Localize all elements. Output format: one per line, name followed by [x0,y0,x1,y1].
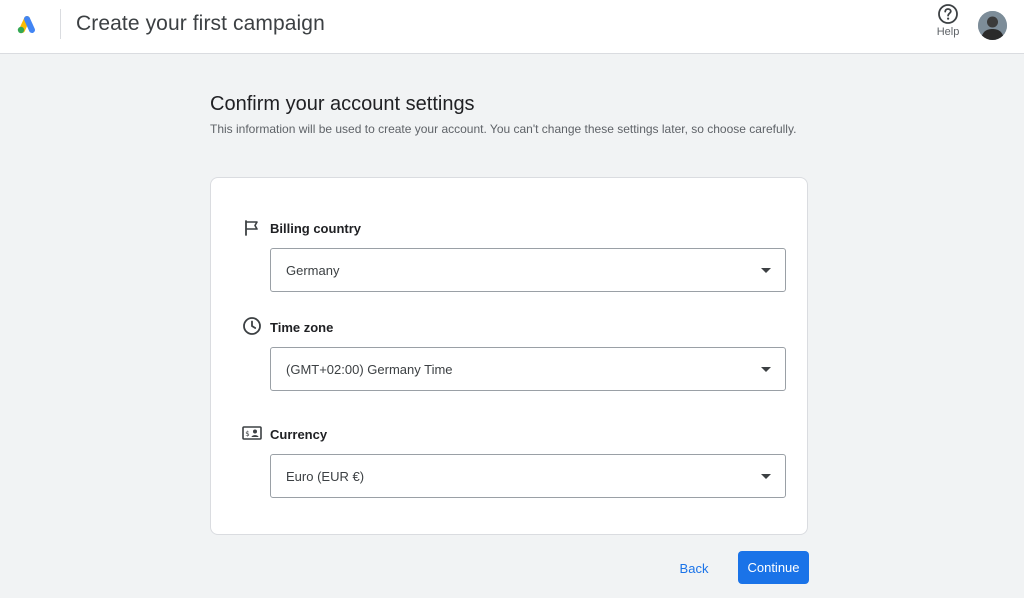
chevron-down-icon [761,474,771,479]
top-bar: Create your first campaign Help [0,0,1024,54]
currency-label: Currency [270,427,328,442]
svg-text:$: $ [245,430,249,438]
help-icon [938,4,958,24]
avatar[interactable] [978,11,1007,40]
chevron-down-icon [761,268,771,273]
clock-icon [242,316,262,336]
billing-country-select[interactable]: Germany [270,248,786,292]
billing-country-label: Billing country [270,221,361,236]
header-divider [60,9,61,39]
back-button[interactable]: Back [670,553,718,583]
account-settings-card: Billing country Germany Time zone (GMT+0… [210,177,808,535]
help-label: Help [936,26,960,38]
time-zone-label: Time zone [270,320,334,335]
page-title: Create your first campaign [76,12,325,35]
flag-icon [242,218,262,238]
time-zone-select[interactable]: (GMT+02:00) Germany Time [270,347,786,391]
help-button[interactable]: Help [932,3,964,43]
section-heading: Confirm your account settings [210,93,475,115]
chevron-down-icon [761,367,771,372]
continue-button[interactable]: Continue [738,551,809,584]
currency-icon: $ [241,423,263,443]
google-ads-logo-icon[interactable] [16,13,38,35]
billing-country-value: Germany [286,263,340,278]
section-description: This information will be used to create … [210,122,797,136]
currency-value: Euro (EUR €) [286,469,365,484]
time-zone-value: (GMT+02:00) Germany Time [286,362,453,377]
currency-select[interactable]: Euro (EUR €) [270,454,786,498]
